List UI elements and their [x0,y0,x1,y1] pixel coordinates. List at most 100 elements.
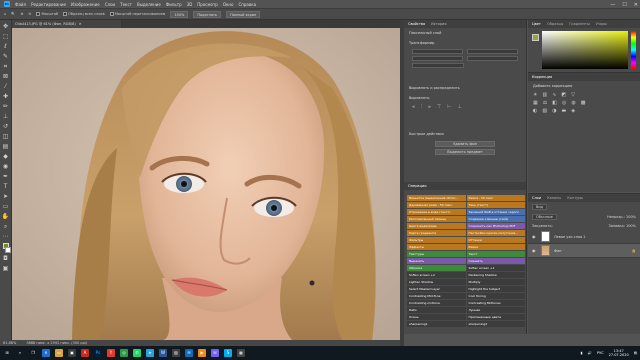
action-button[interactable]: Виньетка (выделенная облас... [407,195,466,201]
curves-icon[interactable]: ∿ [552,92,556,98]
layer-row[interactable]: ◉ Фон 🔒 [528,244,640,258]
tab-paths[interactable]: Контуры [567,196,583,200]
tab-adjustments[interactable]: Коррекция [532,75,552,79]
home-icon[interactable]: ⌂ [4,12,6,16]
action-button[interactable]: Кабо [407,307,466,313]
action-button[interactable]: Обрезка [407,265,466,271]
history-brush-tool-icon[interactable]: ↺ [2,123,10,131]
zoom-out-icon[interactable]: ⊖ [29,12,32,16]
action-button[interactable]: Смешать [466,258,525,264]
posterize-icon[interactable]: ▧ [542,108,547,114]
action-button[interactable]: Оттенки [466,237,525,243]
menu-item-filter[interactable]: Фильтр [166,2,182,7]
viber-icon[interactable]: ☏ [211,349,219,357]
edge-icon[interactable]: e [42,349,50,357]
tab-color[interactable]: Цвет [532,22,541,26]
levels-icon[interactable]: ▥ [542,92,547,98]
pen-tool-icon[interactable]: ✒ [2,173,10,181]
telegram-icon[interactable]: ➤ [146,349,154,357]
invert-icon[interactable]: ◐ [533,108,537,114]
chrome-icon[interactable]: ◎ [120,349,128,357]
menu-item-help[interactable]: Справка [238,2,256,7]
tab-history[interactable]: История [431,22,446,26]
tab-layers[interactable]: Слои [532,196,541,200]
yandex-icon[interactable]: Y [107,349,115,357]
eyedropper-tool-icon[interactable]: ⁄ [2,83,10,91]
action-button[interactable]: Пригашенные цвета [466,314,525,320]
color-lookup-icon[interactable]: ▩ [581,100,586,106]
align-left-icon[interactable]: ⫷ [412,104,415,110]
menu-item-window[interactable]: Окно [223,2,234,7]
action-button[interactable]: Расплавленный свинец [407,216,466,222]
zoom-in-icon[interactable]: ⊕ [21,12,24,16]
channel-mixer-icon[interactable]: ◍ [571,100,575,106]
search-icon[interactable]: ⌕ [16,349,24,357]
file-explorer-icon[interactable]: ▭ [55,349,63,357]
more-tools-icon[interactable]: ⋯ [2,233,10,241]
selective-color-icon[interactable]: ◈ [571,108,575,114]
action-button[interactable]: Эффекты [407,244,466,250]
action-button[interactable]: Вырезать [407,258,466,264]
sample-all-option[interactable]: Образец всех слоев [63,12,105,16]
height-field[interactable] [467,49,518,54]
layer-name[interactable]: Фон [554,249,561,253]
action-button[interactable]: sharpening1 [407,321,466,327]
menu-item-select[interactable]: Выделение [137,2,161,7]
action-button[interactable]: Рамки [466,244,525,250]
clock[interactable]: 13:47 27.07.2020 [609,349,629,357]
marquee-tool-icon[interactable]: ⬚ [2,33,10,41]
frame-tool-icon[interactable]: ⊠ [2,73,10,81]
visibility-eye-icon[interactable]: ◉ [532,234,537,239]
lasso-tool-icon[interactable]: ℓ [2,43,10,51]
angle-field[interactable] [412,63,464,68]
rectangle-tool-icon[interactable]: ▭ [2,203,10,211]
select-subject-button[interactable]: Выделить предмет [435,149,495,155]
fill-screen-button[interactable]: Полный экран [226,10,261,18]
skype-icon[interactable]: S [224,349,232,357]
action-button[interactable]: Настройки краски-полутонов... [466,230,525,236]
blur-tool-icon[interactable]: ◆ [2,153,10,161]
action-button[interactable]: Тень (текст) [466,202,525,208]
media-icon[interactable]: ▶ [198,349,206,357]
hue-slider[interactable] [631,31,636,69]
layer-row[interactable]: ◉ Левое ухо слоя 1 [528,230,640,244]
zoom-100-button[interactable]: 100% [170,10,189,18]
x-field[interactable] [412,56,463,61]
zoom-readout[interactable]: 61.86% [3,341,16,345]
tab-swatches[interactable]: Образцы [547,22,563,26]
zoom-tool-icon[interactable]: 🔍 [11,12,15,16]
gradient-map-icon[interactable]: ▬ [561,108,566,114]
exposure-icon[interactable]: ◩ [561,92,566,98]
brush-tool-icon[interactable]: ✏ [2,103,10,111]
menu-item-layer[interactable]: Слои [105,2,115,7]
screen-mode-icon[interactable]: ▣ [2,265,10,273]
word-icon[interactable]: W [159,349,167,357]
mail-icon[interactable]: ✉ [185,349,193,357]
close-button[interactable]: ✕ [634,2,638,8]
start-icon[interactable]: ⊞ [3,349,11,357]
transform-section-title[interactable]: Трансформир. [404,38,526,48]
action-button[interactable]: Создание клиньев (слой) [466,216,525,222]
action-button[interactable]: Текстуры [407,251,466,257]
tab-channels[interactable]: Каналы [547,196,561,200]
action-button[interactable]: Cool Toning [466,293,525,299]
hand-tool-icon[interactable]: ✋ [2,213,10,221]
action-button[interactable]: sharpening2 [466,321,525,327]
healing-brush-tool-icon[interactable]: ✚ [2,93,10,101]
layer-filter-kind[interactable]: Вид [532,204,548,210]
task-view-icon[interactable]: ❐ [29,349,37,357]
action-button[interactable]: Отражение в воде (текст) [407,209,466,215]
action-button[interactable]: Сохранить как Photoshop PDF [466,223,525,229]
menu-item-type[interactable]: Текст [120,2,132,7]
quick-select-tool-icon[interactable]: ✎ [2,53,10,61]
gradient-tool-icon[interactable]: ▤ [2,143,10,151]
photoshop-icon[interactable]: Ps [94,349,102,357]
type-tool-icon[interactable]: T [2,183,10,191]
color-field[interactable] [542,31,628,69]
action-button[interactable]: Darkening Shadow [466,272,525,278]
align-section-title[interactable]: Выровнять и распределить [404,83,526,93]
y-field[interactable] [467,56,518,61]
align-center-icon[interactable]: ⫶ [421,104,422,110]
brightness-icon[interactable]: ☀ [533,92,537,98]
network-icon[interactable]: ▮ [581,351,583,355]
